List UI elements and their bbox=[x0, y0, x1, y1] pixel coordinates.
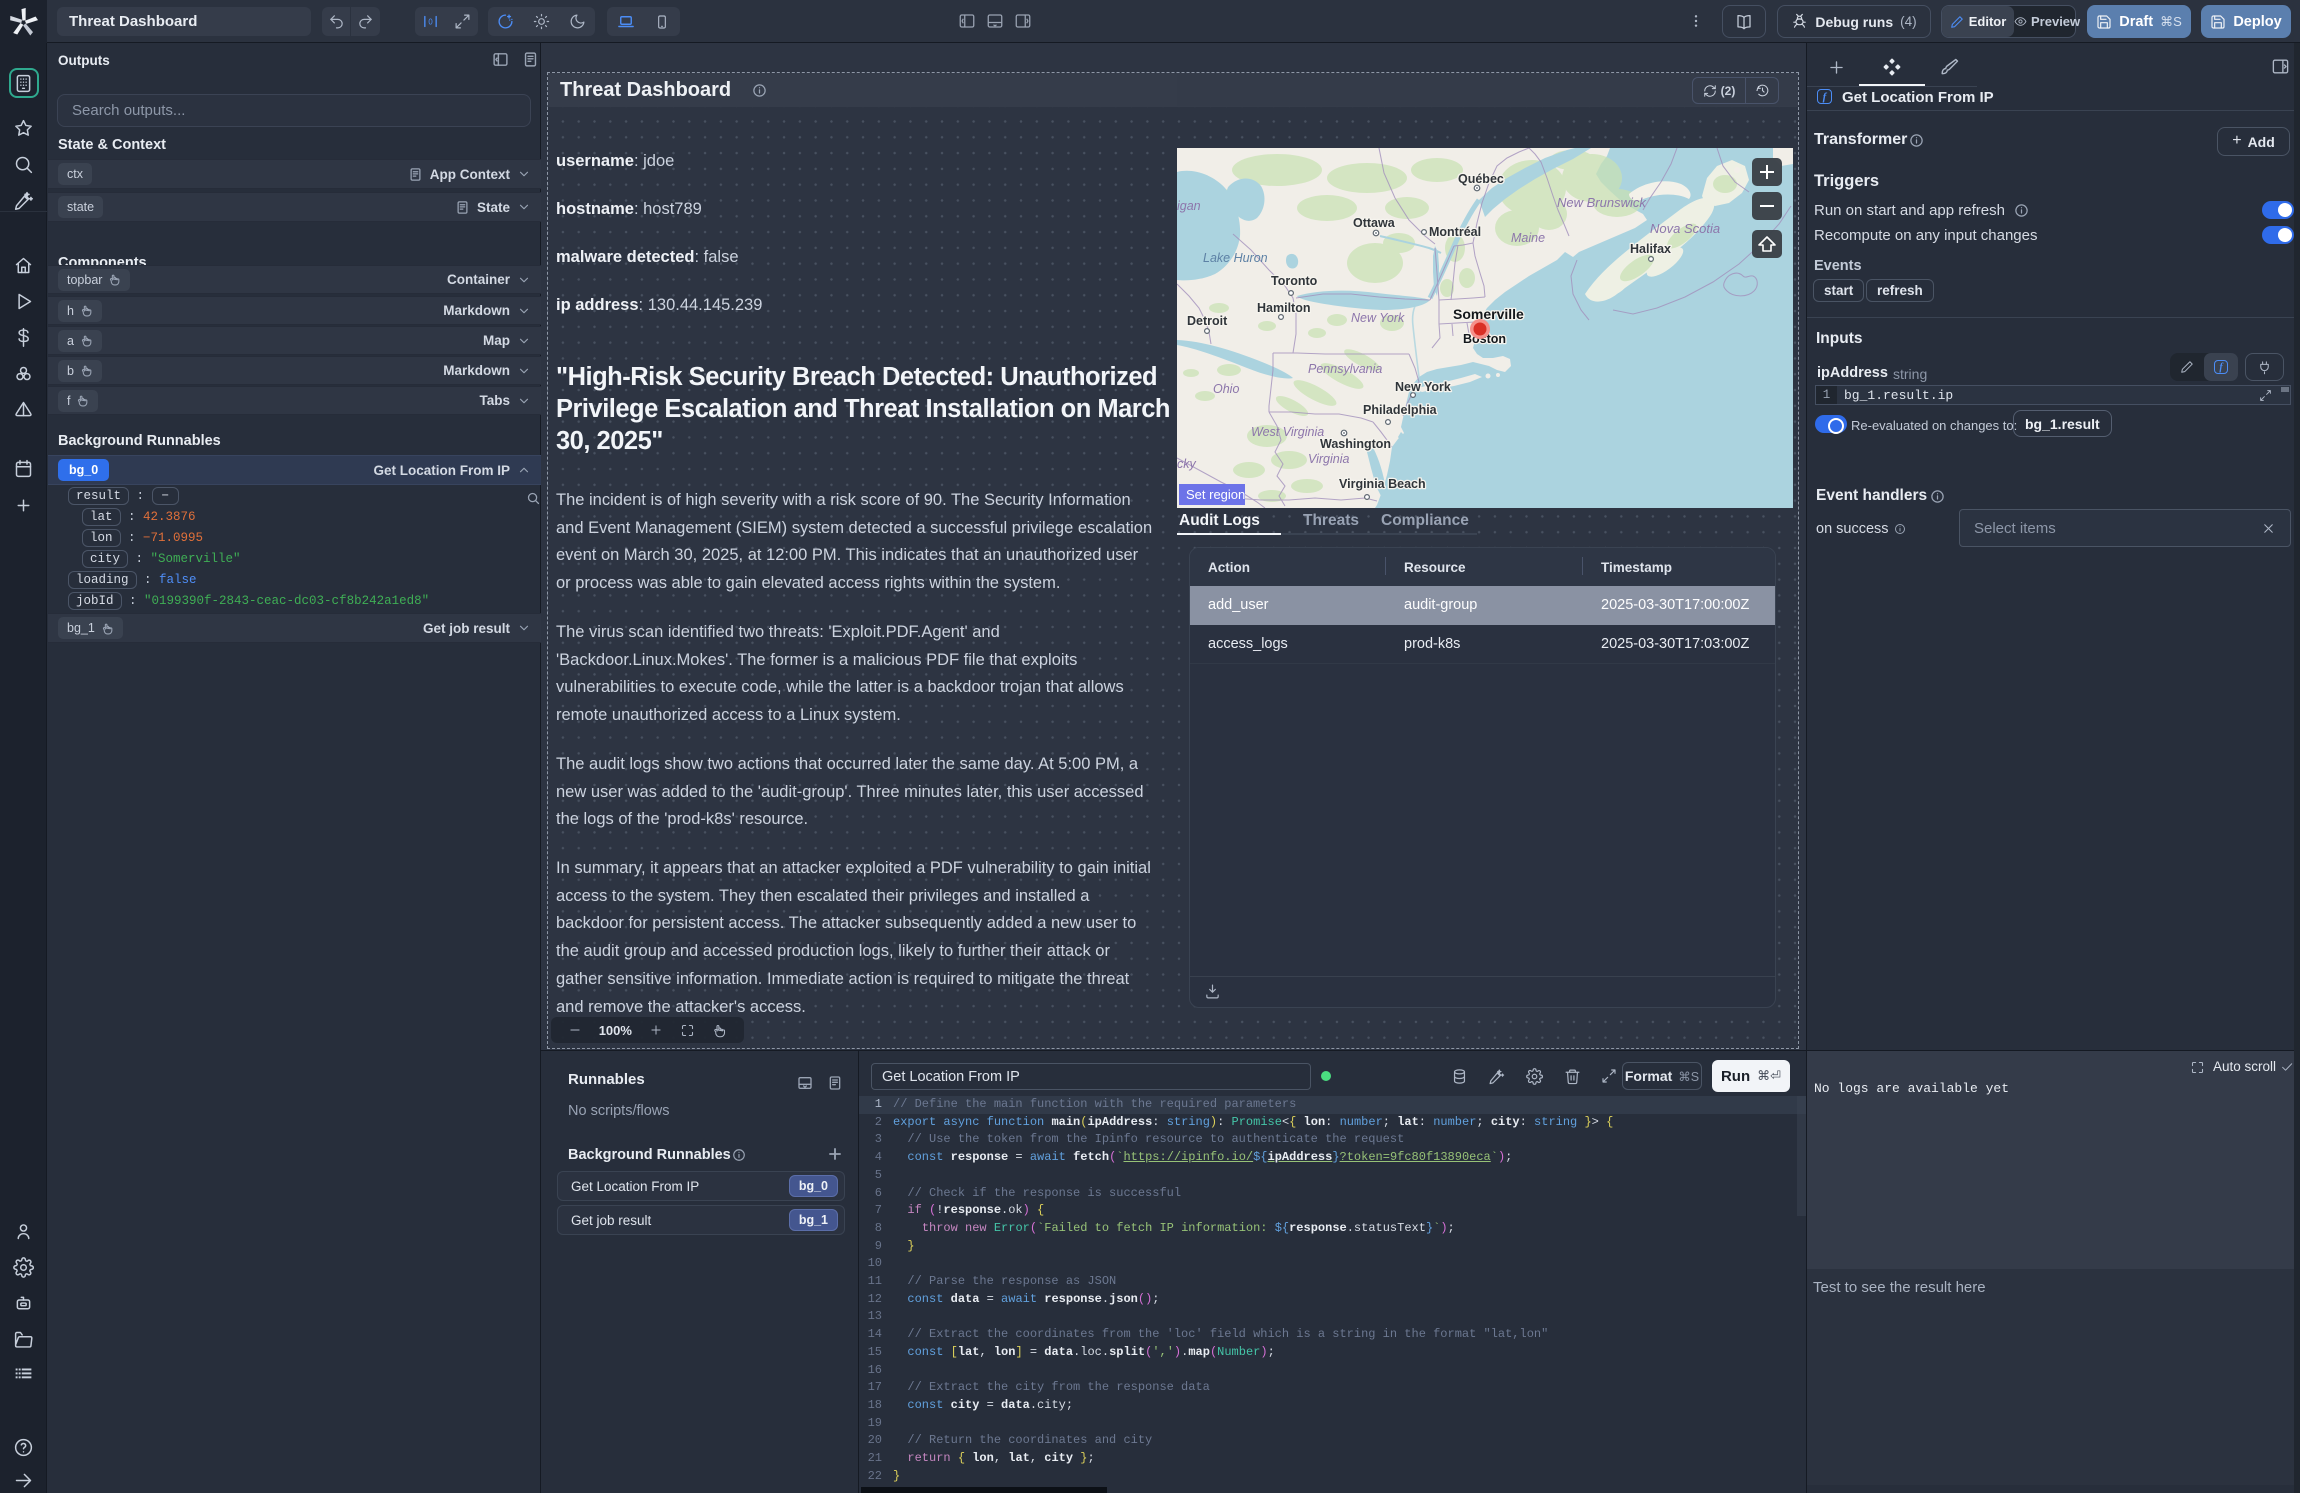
svg-text:Set region: Set region bbox=[1186, 487, 1245, 502]
svg-text:New Brunswick: New Brunswick bbox=[1557, 195, 1647, 210]
svg-text:New York: New York bbox=[1351, 311, 1405, 325]
svg-text:Pennsylvania: Pennsylvania bbox=[1308, 362, 1382, 376]
svg-text:Montréal: Montréal bbox=[1429, 225, 1481, 239]
svg-text:Ottawa: Ottawa bbox=[1353, 216, 1396, 230]
svg-text:Lake Huron: Lake Huron bbox=[1203, 251, 1268, 265]
svg-text:0: 0 bbox=[429, 17, 434, 26]
svg-text:West Virginia: West Virginia bbox=[1251, 425, 1324, 439]
svg-text:Washington: Washington bbox=[1320, 437, 1391, 451]
svg-text:Maine: Maine bbox=[1511, 231, 1545, 245]
svg-text:Hamilton: Hamilton bbox=[1257, 301, 1310, 315]
svg-text:Toronto: Toronto bbox=[1271, 274, 1318, 288]
svg-text:Virginia: Virginia bbox=[1308, 452, 1350, 466]
svg-text:Ohio: Ohio bbox=[1213, 382, 1239, 396]
svg-text:Somerville: Somerville bbox=[1453, 306, 1524, 322]
svg-text:Philadelphia: Philadelphia bbox=[1363, 403, 1438, 417]
svg-text:Detroit: Detroit bbox=[1187, 314, 1228, 328]
svg-text:New York: New York bbox=[1395, 380, 1451, 394]
svg-text:cky: cky bbox=[1177, 457, 1197, 471]
svg-text:Nova Scotia: Nova Scotia bbox=[1650, 221, 1720, 236]
svg-text:Québec: Québec bbox=[1458, 172, 1504, 186]
svg-text:Halifax: Halifax bbox=[1630, 242, 1671, 256]
svg-text:Virginia Beach: Virginia Beach bbox=[1339, 477, 1426, 491]
svg-text:igan: igan bbox=[1177, 199, 1201, 213]
